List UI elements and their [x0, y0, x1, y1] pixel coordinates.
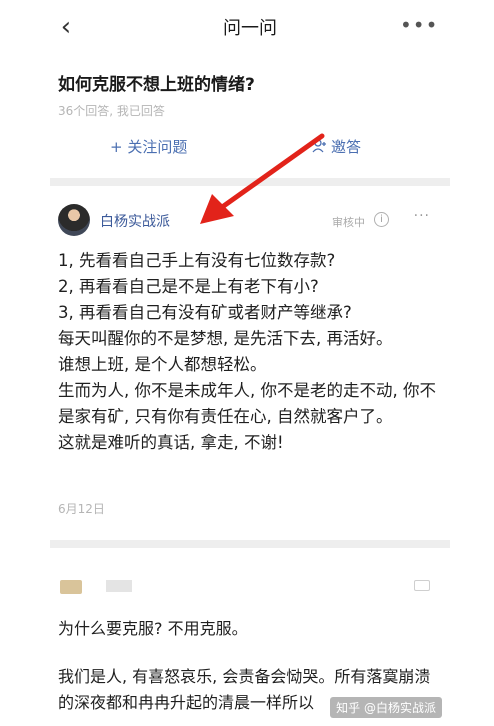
message-icon[interactable] — [414, 580, 430, 591]
answer-line: 2, 再看看自己是不是上有老下有小? — [58, 277, 319, 296]
answer-card: 白杨实战派 审核中 i ··· 1, 先看看自己手上有没有七位数存款? 2, 再… — [50, 186, 450, 538]
answer-line: 这就是难听的真话, 拿走, 不谢! — [58, 433, 284, 452]
invite-label: 邀答 — [331, 138, 362, 156]
answer-line: 1, 先看看自己手上有没有七位数存款? — [58, 251, 336, 270]
app-screen: ‹ 问一问 ••• 如何克服不想上班的情绪? 36个回答, 我已回答 + 关注问… — [50, 0, 450, 726]
more-options-icon[interactable]: ··· — [414, 208, 430, 224]
answer-content[interactable]: 1, 先看看自己手上有没有七位数存款? 2, 再看看自己是不是上有老下有小? 3… — [58, 248, 446, 456]
red-arrow-annotation — [200, 133, 325, 224]
avatar[interactable] — [58, 204, 90, 236]
avatar[interactable] — [60, 580, 82, 594]
follow-question-button[interactable]: + 关注问题 — [110, 136, 187, 157]
answer-date: 6月12日 — [58, 502, 105, 516]
review-status-label: 审核中 — [332, 216, 365, 229]
navigation-bar: ‹ 问一问 ••• — [50, 0, 450, 56]
more-options-icon[interactable]: ••• — [400, 12, 437, 42]
watermark: 知乎 @白杨实战派 — [330, 697, 442, 718]
answer-card: 为什么要克服? 不用克服。 我们是人, 有喜怒哀乐, 会责备会恸哭。所有落寞崩溃… — [50, 548, 450, 726]
page-title: 问一问 — [223, 18, 277, 39]
answer-line: 3, 再看看自己有没有矿或者财产等继承? — [58, 303, 352, 322]
answer-line: 谁想上班, 是个人都想轻松。 — [58, 355, 267, 374]
section-divider — [50, 540, 450, 548]
question-meta: 36个回答, 我已回答 — [58, 104, 165, 118]
author-name-placeholder[interactable] — [106, 580, 132, 592]
question-title[interactable]: 如何克服不想上班的情绪? — [58, 70, 255, 95]
author-name[interactable]: 白杨实战派 — [100, 211, 170, 231]
answer-line: 生而为人, 你不是未成年人, 你不是老的走不动, 你不是家有矿, 只有你有责任在… — [58, 381, 436, 426]
info-icon[interactable]: i — [374, 212, 389, 227]
answer-line: 每天叫醒你的不是梦想, 是先活下去, 再活好。 — [58, 329, 393, 348]
answer-line: 为什么要克服? 不用克服。 — [58, 619, 248, 638]
